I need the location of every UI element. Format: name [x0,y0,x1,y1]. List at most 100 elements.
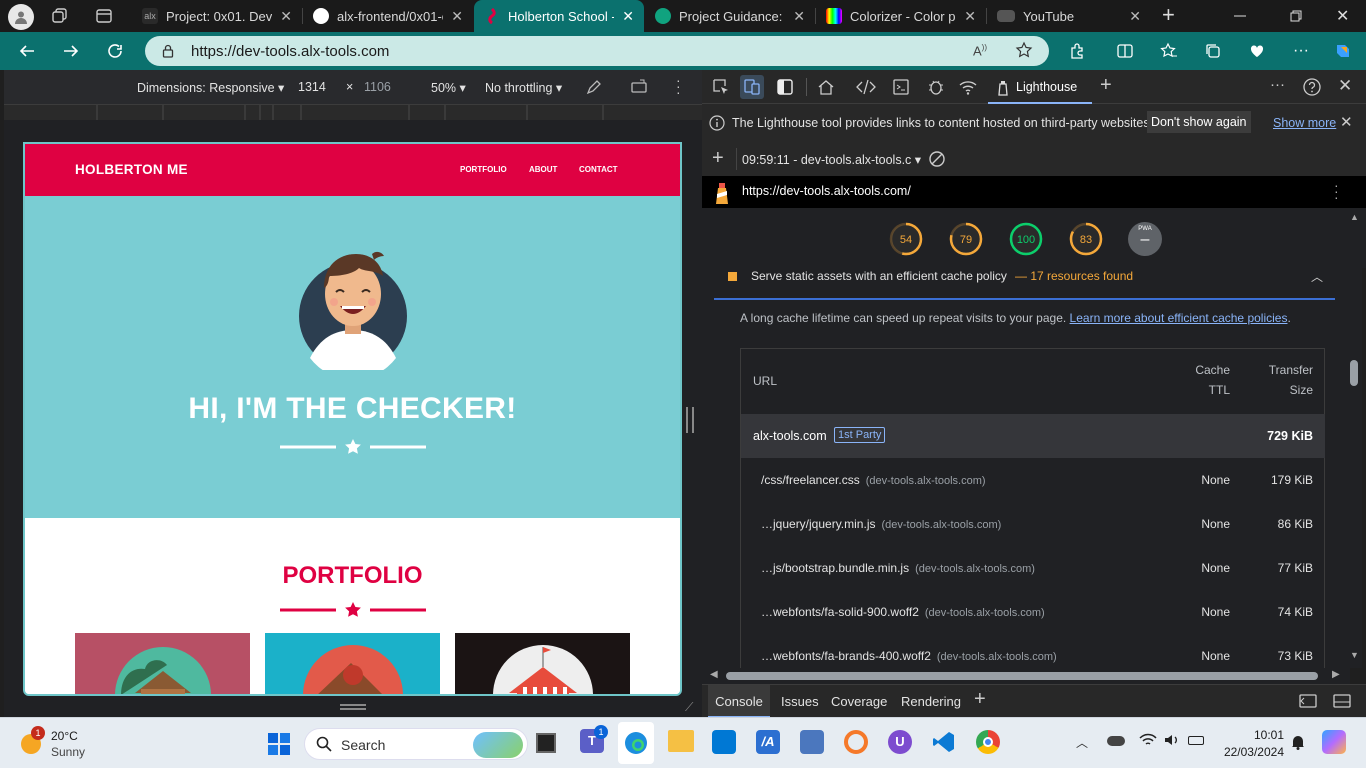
drawer-tab-rendering[interactable]: Rendering [901,685,961,718]
audit-horizontal-scrollbar[interactable]: ◀ ▶ [702,668,1350,684]
teams-icon[interactable]: T 1 [580,725,608,753]
resource-url-cell[interactable]: /css/freelancer.css (dev-tools.alx-tools.… [761,473,986,487]
close-drawer-icon[interactable] [1332,693,1352,709]
close-tab-icon[interactable]: ✕ [622,8,634,25]
new-tab-button[interactable]: + [1162,4,1184,28]
tray-overflow-chevron-icon[interactable]: ︿ [1076,734,1088,751]
scroll-down-arrow[interactable]: ▼ [1350,650,1359,660]
welcome-home-icon[interactable] [817,78,835,96]
devtools-more-icon[interactable]: ··· [1270,76,1285,93]
resize-corner-icon[interactable]: ⟋ [685,700,693,715]
score-gauge[interactable]: 100 [1008,221,1044,257]
dock-side-icon[interactable] [776,78,794,96]
resize-handle-right[interactable] [686,407,694,433]
close-tab-icon[interactable]: ✕ [964,8,976,25]
resource-url[interactable]: …jquery/jquery.min.js [761,517,875,531]
resize-handle-bottom[interactable] [340,704,366,710]
lock-icon[interactable] [161,44,175,58]
console-icon[interactable] [892,78,910,96]
resource-url-cell[interactable]: …js/bootstrap.bundle.min.js (dev-tools.al… [761,561,1035,575]
browser-tab[interactable]: alx-frontend/0x01-c ✕ [303,0,473,32]
inspect-element-icon[interactable] [712,78,730,96]
dont-show-again-button[interactable]: Don't show again [1147,111,1251,133]
browser-tab[interactable]: YouTube ✕ [987,0,1151,32]
close-tab-icon[interactable]: ✕ [451,8,463,25]
device-toolbar-icon[interactable] [740,75,764,99]
copilot-preview-icon[interactable] [1322,730,1346,754]
restore-button[interactable] [1288,8,1304,24]
clock-time[interactable]: 10:01 [1240,728,1284,742]
battery-icon[interactable] [1188,736,1204,745]
scroll-right-arrow[interactable]: ▶ [1332,669,1340,680]
resource-url[interactable]: …js/bootstrap.bundle.min.js [761,561,909,575]
dimensions-select[interactable]: Dimensions: Responsive ▾ [137,80,284,95]
collections-icon[interactable] [1196,32,1230,70]
notification-bell-icon[interactable] [1291,734,1305,750]
onedrive-icon[interactable] [1107,736,1125,746]
scroll-left-arrow[interactable]: ◀ [710,669,718,680]
emulation-more-icon[interactable]: · · · [676,73,682,99]
favorite-star-icon[interactable] [1015,41,1033,59]
score-gauge[interactable]: 83 [1068,221,1104,257]
close-tab-icon[interactable]: ✕ [793,8,805,25]
volume-icon[interactable] [1163,732,1181,748]
drawer-dock-icon[interactable] [1298,693,1318,709]
audit-header[interactable]: Serve static assets with an efficient ca… [714,268,1335,300]
throttling-select[interactable]: No throttling ▾ [485,80,562,95]
add-drawer-tab-button[interactable]: + [974,688,986,711]
nav-link-contact[interactable]: CONTACT [579,165,618,174]
resource-url[interactable]: …webfonts/fa-brands-400.woff2 [761,649,931,663]
profile-avatar[interactable] [8,4,34,30]
weather-sun-icon[interactable]: 1 [18,726,45,756]
close-infobar-icon[interactable]: ✕ [1340,113,1353,131]
learn-more-link[interactable]: Learn more about efficient cache policie… [1070,311,1288,325]
collapse-chevron-icon[interactable]: ︿ [1311,268,1323,285]
drawer-tab-issues[interactable]: Issues [781,685,819,718]
browser-tab[interactable]: alx Project: 0x01. Devel ✕ [132,0,302,32]
minimize-button[interactable] [1232,8,1248,24]
clear-reports-icon[interactable] [928,150,946,168]
height-input[interactable]: 1106 [364,80,391,94]
nav-link-about[interactable]: ABOUT [529,165,557,174]
task-view-icon[interactable] [536,733,556,753]
forward-button[interactable] [54,32,88,70]
pen-icon[interactable] [585,78,603,96]
split-screen-icon[interactable] [1108,32,1142,70]
resource-url[interactable]: …webfonts/fa-solid-900.woff2 [761,605,919,619]
copilot-icon[interactable] [1326,32,1360,70]
weather-desc[interactable]: Sunny [51,745,85,759]
resource-url-cell[interactable]: …webfonts/fa-brands-400.woff2 (dev-tools.… [761,649,1057,663]
close-tab-icon[interactable]: ✕ [1129,8,1141,25]
url-text[interactable]: https://dev-tools.alx-tools.com [191,43,389,60]
favorites-icon[interactable] [1152,32,1186,70]
media-query-ruler[interactable] [4,104,702,120]
more-options-icon[interactable]: ··· [1284,32,1318,70]
report-url-link[interactable]: https://dev-tools.alx-tools.com/ [742,184,911,198]
ai-app-icon[interactable]: /A [756,730,780,754]
debugger-icon[interactable] [927,77,945,97]
close-tab-icon[interactable]: ✕ [280,8,292,25]
chrome-icon[interactable] [976,730,1000,754]
drawer-tab-coverage[interactable]: Coverage [831,685,887,718]
new-report-button[interactable]: + [712,147,724,170]
edge-taskbar-active[interactable] [618,722,654,764]
refresh-button[interactable] [98,32,132,70]
browser-tab[interactable]: Project Guidance: Ta ✕ [645,0,815,32]
address-bar[interactable]: https://dev-tools.alx-tools.com A)) [145,36,1049,66]
audit-vertical-scrollbar[interactable]: ▲ ▼ [1348,208,1362,668]
elements-icon[interactable] [856,78,876,96]
portfolio-item-circus[interactable] [455,633,630,694]
report-select[interactable]: 09:59:11 - dev-tools.alx-tools.c ▾ [742,152,921,167]
pwa-badge[interactable]: PWA – [1128,222,1162,256]
proton-vpn-icon[interactable]: U [888,730,912,754]
resource-url-cell[interactable]: …webfonts/fa-solid-900.woff2 (dev-tools.a… [761,605,1045,619]
network-wifi-icon[interactable] [958,78,978,96]
nav-link-portfolio[interactable]: PORTFOLIO [460,165,507,174]
file-explorer-icon[interactable] [668,730,694,752]
portfolio-item-cake[interactable] [265,633,440,694]
site-brand[interactable]: HOLBERTON ME [75,162,188,177]
performance-icon[interactable] [1240,32,1274,70]
hscroll-thumb[interactable] [726,672,1318,680]
back-button[interactable] [10,32,44,70]
taskbar-search-box[interactable]: Search [304,728,528,760]
